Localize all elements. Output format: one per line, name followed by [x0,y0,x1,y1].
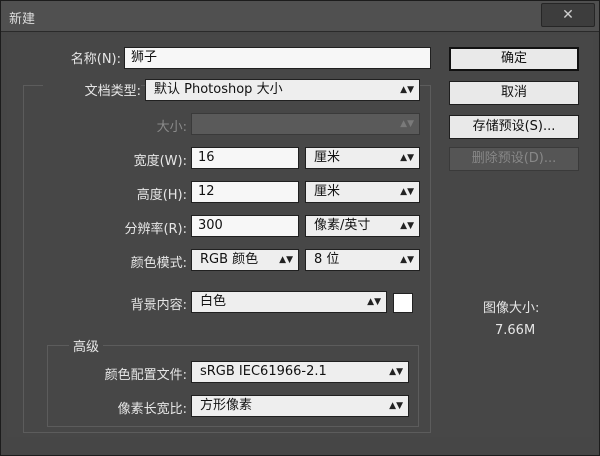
height-input[interactable]: 12 [191,181,299,203]
width-label: 宽度(W): [133,154,187,169]
delete-preset-button[interactable]: 删除预设(D)... [449,147,579,171]
doc-type-select[interactable]: 默认 Photoshop 大小 ▲▼ [145,79,420,101]
image-size-value: 7.66M [495,323,536,338]
advanced-header: 高级 [69,336,104,355]
dropdown-arrow-icon: ▲▼ [400,187,414,197]
resolution-input[interactable]: 300 [191,215,299,237]
dropdown-arrow-icon: ▲▼ [367,297,381,307]
dropdown-arrow-icon: ▲▼ [400,85,414,95]
resolution-label: 分辨率(R): [124,222,187,237]
cancel-button[interactable]: 取消 [449,81,579,105]
color-profile-value: sRGB IEC61966-2.1 [200,364,327,379]
name-label: 名称(N): [70,52,121,67]
background-select[interactable]: 白色 ▲▼ [191,291,387,313]
height-unit-value: 厘米 [314,184,341,199]
ok-button[interactable]: 确定 [449,47,579,71]
height-label: 高度(H): [136,188,187,203]
dropdown-arrow-icon: ▲▼ [389,367,403,377]
dropdown-arrow-icon: ▲▼ [389,401,403,411]
pixel-aspect-select[interactable]: 方形像素 ▲▼ [191,395,409,417]
color-profile-label: 颜色配置文件: [104,368,187,383]
bit-depth-select[interactable]: 8 位 ▲▼ [305,249,420,271]
doc-type-label: 文档类型: [43,80,141,99]
height-unit-select[interactable]: 厘米 ▲▼ [305,181,420,203]
doc-type-value: 默认 Photoshop 大小 [154,82,283,97]
background-color-swatch[interactable] [393,293,413,313]
bit-depth-value: 8 位 [314,252,340,267]
size-select[interactable]: ▲▼ [191,113,420,135]
name-input[interactable]: 狮子 [124,47,431,69]
size-label: 大小: [156,120,187,135]
dropdown-arrow-icon: ▲▼ [400,255,414,265]
dropdown-arrow-icon: ▲▼ [400,153,414,163]
resolution-unit-select[interactable]: 像素/英寸 ▲▼ [305,215,420,237]
close-button[interactable]: ✕ [541,3,595,27]
dropdown-arrow-icon: ▲▼ [400,119,414,129]
resolution-unit-value: 像素/英寸 [314,218,371,233]
dialog-body: 名称(N): 狮子 文档类型: 默认 Photoshop 大小 ▲▼ 大小: ▲… [7,35,593,437]
new-document-dialog: 新建 ✕ 名称(N): 狮子 文档类型: 默认 Photoshop 大小 ▲▼ … [0,0,600,456]
dialog-title: 新建 [9,12,36,27]
color-mode-label: 颜色模式: [130,256,187,271]
width-unit-select[interactable]: 厘米 ▲▼ [305,147,420,169]
background-label: 背景内容: [130,298,187,313]
color-mode-value: RGB 颜色 [200,252,259,267]
save-preset-button[interactable]: 存储预设(S)... [449,115,579,139]
color-profile-select[interactable]: sRGB IEC61966-2.1 ▲▼ [191,361,409,383]
width-unit-value: 厘米 [314,150,341,165]
dropdown-arrow-icon: ▲▼ [279,255,293,265]
pixel-aspect-value: 方形像素 [200,398,253,413]
pixel-aspect-label: 像素长宽比: [117,402,187,417]
title-bar: 新建 ✕ [1,1,599,32]
image-size-label: 图像大小: [483,301,540,316]
color-mode-select[interactable]: RGB 颜色 ▲▼ [191,249,299,271]
background-value: 白色 [200,294,227,309]
width-input[interactable]: 16 [191,147,299,169]
dropdown-arrow-icon: ▲▼ [400,221,414,231]
close-icon: ✕ [562,7,574,23]
